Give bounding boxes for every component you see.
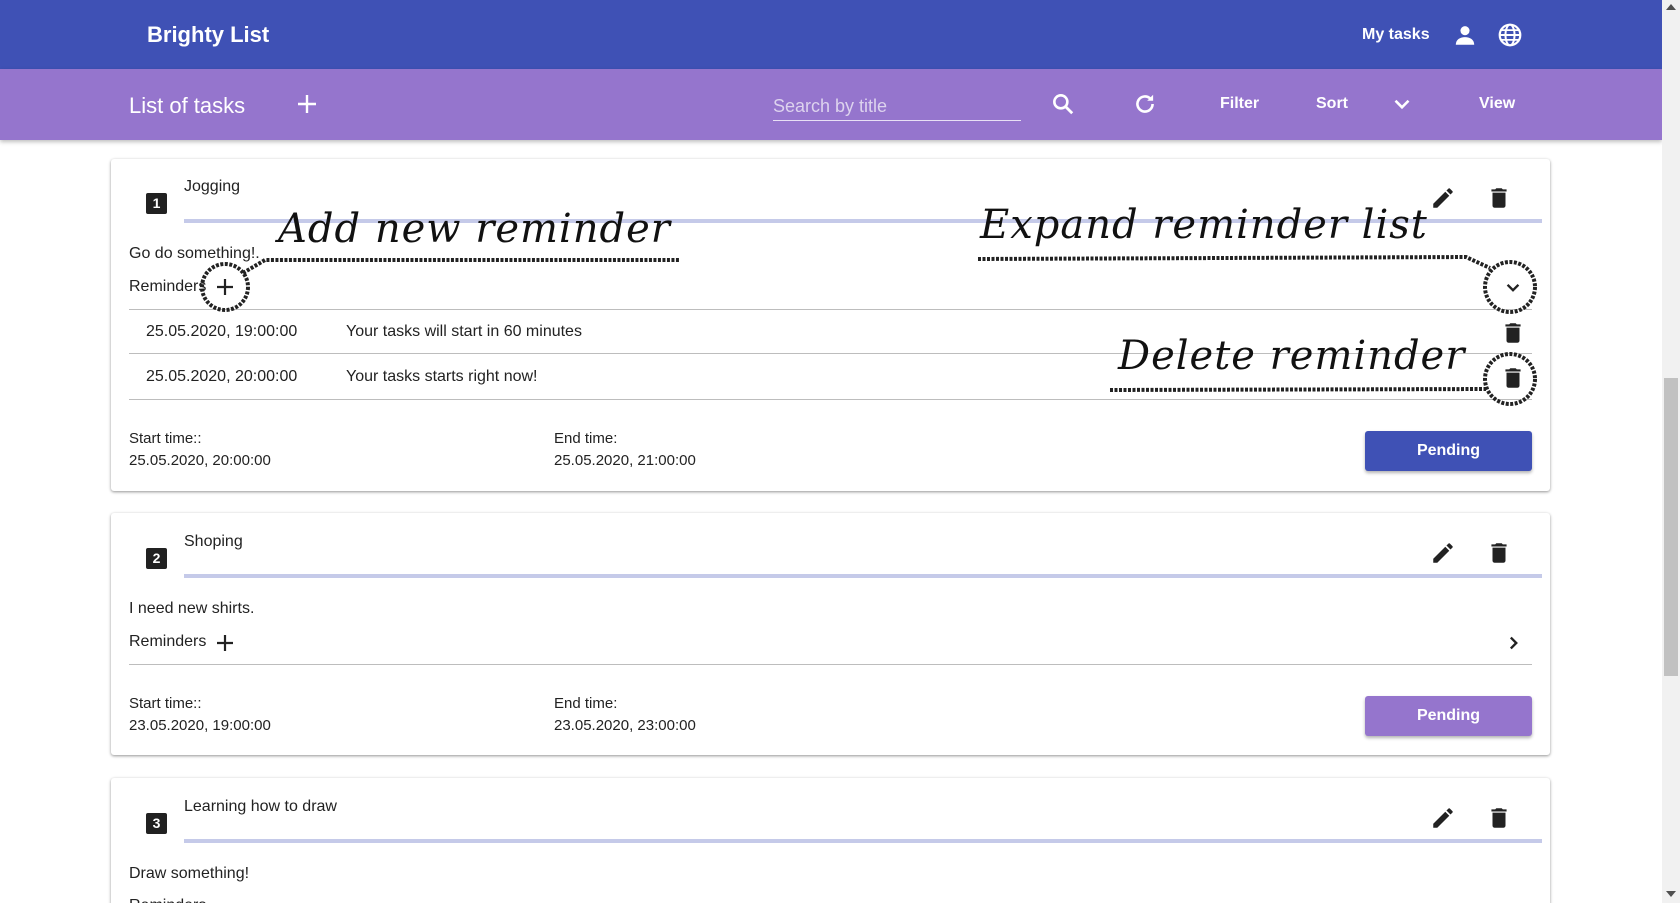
reminders-label: Reminders bbox=[129, 278, 207, 295]
end-time-value: 25.05.2020, 21:00:00 bbox=[554, 452, 696, 469]
scrollbar-thumb[interactable] bbox=[1664, 378, 1678, 676]
end-time-label: End time: bbox=[554, 430, 618, 447]
status-button[interactable]: Pending bbox=[1365, 696, 1532, 736]
delete-task-icon[interactable] bbox=[1486, 540, 1512, 566]
annotation-add-reminder: Add new reminder bbox=[278, 206, 671, 252]
task-description: Draw something! bbox=[129, 865, 250, 882]
start-time-label: Start time:: bbox=[129, 695, 202, 712]
refresh-icon[interactable] bbox=[1132, 91, 1158, 117]
task-title: Shoping bbox=[184, 533, 243, 550]
expand-reminders-chevron-icon[interactable] bbox=[1500, 274, 1526, 300]
add-reminder-icon[interactable] bbox=[213, 631, 237, 655]
edit-icon[interactable] bbox=[1430, 185, 1456, 211]
sort-direction-chevron-icon[interactable] bbox=[1389, 91, 1415, 117]
edit-icon[interactable] bbox=[1430, 805, 1456, 831]
reminder-message: Your tasks starts right now! bbox=[346, 368, 538, 385]
delete-task-icon[interactable] bbox=[1486, 805, 1512, 831]
search-icon[interactable] bbox=[1050, 91, 1076, 117]
filter-button[interactable]: Filter bbox=[1220, 95, 1259, 113]
task-card: 2 Shoping I need new shirts. Reminders S… bbox=[111, 513, 1550, 755]
annotation-delete-reminder: Delete reminder bbox=[1118, 333, 1466, 379]
task-description: Go do something!. bbox=[129, 245, 260, 262]
tasks-toolbar: List of tasks Filter Sort View bbox=[0, 69, 1662, 140]
scroll-up-arrow-icon[interactable] bbox=[1666, 4, 1676, 10]
search-input[interactable] bbox=[773, 93, 1021, 121]
status-button[interactable]: Pending bbox=[1365, 431, 1532, 471]
task-number-badge: 2 bbox=[146, 548, 167, 569]
expand-reminders-chevron-icon[interactable] bbox=[1500, 630, 1526, 656]
task-number-badge: 1 bbox=[146, 193, 167, 214]
divider bbox=[129, 399, 1532, 400]
start-time-label: Start time:: bbox=[129, 430, 202, 447]
person-icon[interactable] bbox=[1452, 22, 1478, 48]
reminder-time: 25.05.2020, 20:00:00 bbox=[146, 368, 298, 385]
task-title: Learning how to draw bbox=[184, 798, 337, 815]
task-description: I need new shirts. bbox=[129, 600, 255, 617]
delete-reminder-icon[interactable] bbox=[1500, 320, 1526, 346]
delete-task-icon[interactable] bbox=[1486, 185, 1512, 211]
task-title: Jogging bbox=[184, 178, 241, 195]
divider bbox=[129, 664, 1532, 665]
reminders-label: Reminders bbox=[129, 897, 206, 903]
reminder-time: 25.05.2020, 19:00:00 bbox=[146, 323, 298, 340]
end-time-value: 23.05.2020, 23:00:00 bbox=[554, 717, 696, 734]
my-tasks-link[interactable]: My tasks bbox=[1362, 26, 1430, 44]
task-card: 3 Learning how to draw Draw something! R… bbox=[111, 778, 1550, 903]
annotation-expand-list: Expand reminder list bbox=[980, 202, 1428, 248]
delete-reminder-icon[interactable] bbox=[1500, 365, 1526, 391]
task-number-badge: 3 bbox=[146, 813, 167, 834]
view-button[interactable]: View bbox=[1479, 95, 1515, 113]
start-time-value: 23.05.2020, 19:00:00 bbox=[129, 717, 271, 734]
app-bar: Brighty List My tasks bbox=[0, 0, 1662, 69]
title-underline bbox=[184, 574, 1542, 578]
title-underline bbox=[184, 839, 1542, 843]
sort-button[interactable]: Sort bbox=[1316, 95, 1348, 113]
add-reminder-icon[interactable] bbox=[213, 275, 237, 299]
divider bbox=[129, 309, 1532, 310]
globe-icon[interactable] bbox=[1497, 22, 1523, 48]
scroll-down-arrow-icon[interactable] bbox=[1666, 891, 1676, 897]
reminders-label: Reminders bbox=[129, 633, 207, 650]
start-time-value: 25.05.2020, 20:00:00 bbox=[129, 452, 271, 469]
page-title: List of tasks bbox=[129, 93, 246, 118]
add-task-icon[interactable] bbox=[295, 92, 319, 116]
brand-title[interactable]: Brighty List bbox=[147, 22, 269, 48]
edit-icon[interactable] bbox=[1430, 540, 1456, 566]
end-time-label: End time: bbox=[554, 695, 618, 712]
reminder-message: Your tasks will start in 60 minutes bbox=[346, 323, 582, 340]
